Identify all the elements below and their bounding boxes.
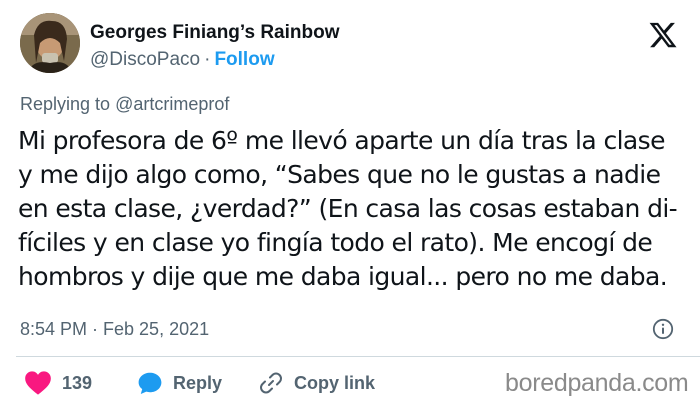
tweet-text-line: y me dijo algo como, “Sabes que no le gu…	[18, 160, 661, 189]
tweet-text-line: hombros y dije que me daba igual... pero…	[18, 262, 668, 291]
tweet-card: Georges Finiang’s Rainbow @DiscoPaco · Fol…	[0, 0, 700, 410]
reply-bubble-icon	[138, 372, 162, 395]
replying-prefix: Replying to	[20, 94, 111, 114]
like-count: 139	[62, 372, 93, 393]
x-logo-icon[interactable]	[648, 20, 678, 50]
reply-button[interactable]: Reply	[137, 368, 222, 398]
tweet-timestamp[interactable]: 8:54 PM · Feb 25, 2021	[20, 319, 209, 340]
heart-icon	[25, 371, 51, 395]
handle-row: @DiscoPaco · Follow	[90, 49, 275, 71]
replying-to: Replying to @artcrimeprof	[20, 94, 229, 115]
tweet-text-line: en esta clase, ¿verdad?” (En casa las co…	[18, 194, 678, 223]
info-icon[interactable]	[652, 318, 674, 340]
watermark: boredpanda.com	[505, 369, 689, 397]
reply-label: Reply	[173, 372, 223, 393]
like-button[interactable]: 139	[24, 368, 92, 398]
display-name[interactable]: Georges Finiang’s Rainbow	[90, 22, 340, 44]
reply-mention-link[interactable]: @artcrimeprof	[115, 94, 229, 114]
avatar[interactable]	[20, 13, 80, 73]
copy-link-label: Copy link	[294, 372, 376, 393]
tweet-text-line: Mi profesora de 6º me llevó aparte un dí…	[18, 126, 665, 155]
copy-link-button[interactable]: Copy link	[258, 368, 375, 398]
follow-button[interactable]: Follow	[214, 49, 274, 70]
divider	[16, 356, 700, 357]
handle-separator: ·	[204, 49, 211, 70]
user-handle[interactable]: @DiscoPaco	[90, 49, 200, 70]
tweet-text: Mi profesora de 6º me llevó aparte un dí…	[18, 124, 690, 294]
link-icon	[260, 372, 282, 394]
avatar-image	[20, 13, 80, 73]
tweet-text-line: fíciles y en clase yo fingía todo el rat…	[18, 228, 653, 257]
